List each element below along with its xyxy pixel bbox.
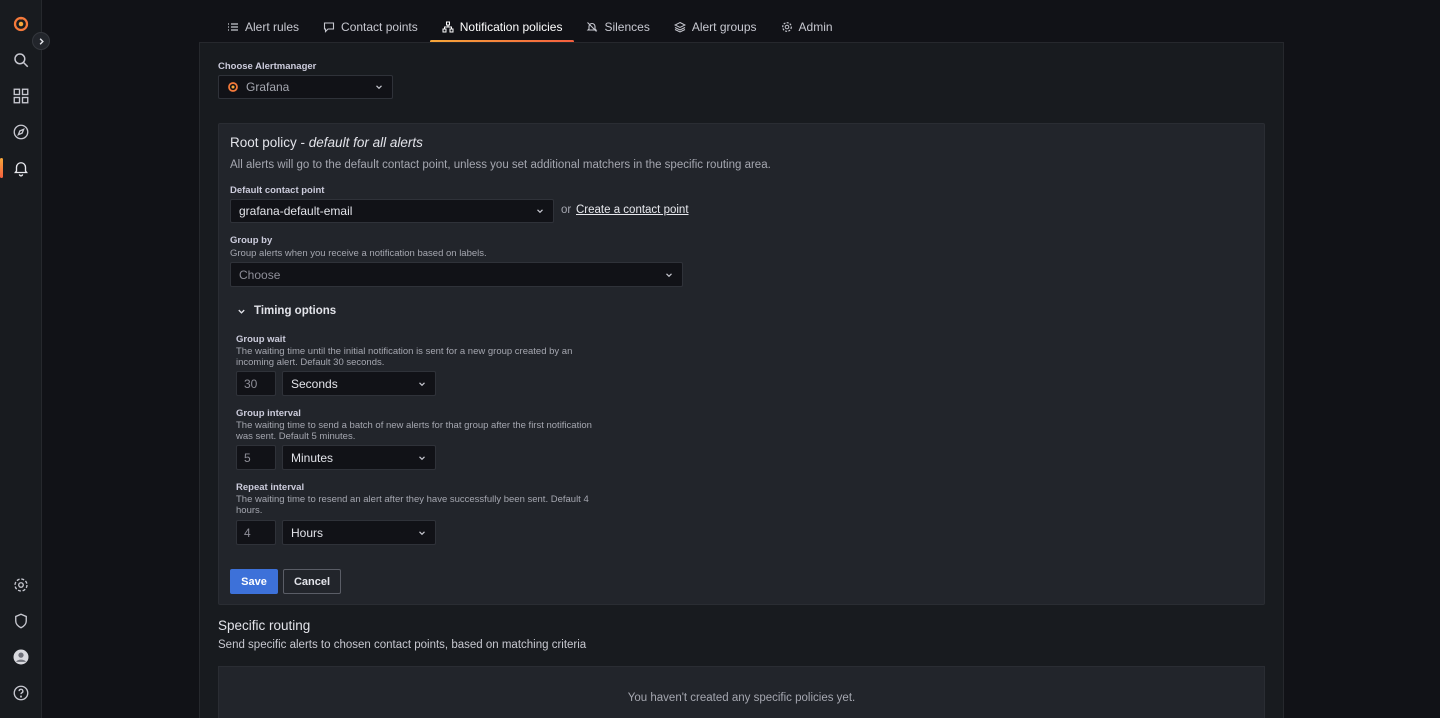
chevron-right-icon (39, 37, 44, 45)
group-wait-unit-value: Seconds (291, 376, 338, 391)
tab-label: Admin (798, 20, 833, 34)
chevron-down-icon (419, 530, 425, 535)
list-icon (228, 23, 238, 31)
cancel-button[interactable]: Cancel (283, 569, 341, 594)
chevron-down-icon (419, 381, 425, 386)
group-interval-label: Group interval (236, 408, 301, 419)
side-menu (0, 0, 42, 718)
gear-icon[interactable] (10, 574, 32, 596)
group-wait-input[interactable]: 30 (236, 371, 276, 396)
root-policy-title-text: Root policy - (230, 135, 309, 150)
repeat-interval-input[interactable]: 4 (236, 520, 276, 545)
chevron-down-icon (537, 209, 543, 214)
tab-label: Silences (604, 20, 650, 34)
active-indicator (0, 158, 3, 178)
group-interval-input[interactable]: 5 (236, 445, 276, 470)
repeat-interval-unit-select[interactable]: Hours (282, 520, 436, 545)
tab-label: Contact points (341, 20, 418, 34)
cog-icon (781, 22, 792, 32)
alertmanager-label: Choose Alertmanager (218, 61, 317, 72)
tab-alert-groups[interactable]: Alert groups (662, 12, 769, 42)
specific-routing-description: Send specific alerts to chosen contact p… (218, 639, 587, 651)
chevron-down-icon (238, 309, 245, 314)
repeat-interval-label: Repeat interval (236, 482, 305, 493)
chevron-down-icon (666, 272, 672, 277)
group-interval-description: The waiting time to send a batch of new … (236, 420, 592, 442)
root-policy-form: Root policy - default for all alerts All… (218, 123, 1265, 605)
root-policy-description: All alerts will go to the default contac… (230, 159, 771, 171)
sitemap-icon (442, 21, 454, 33)
alerting-tabs: Alert rules Contact points Notification … (215, 12, 845, 43)
chevron-down-icon (419, 455, 425, 460)
help-icon[interactable] (10, 682, 32, 704)
group-wait-unit-select[interactable]: Seconds (282, 371, 436, 396)
repeat-interval-description: The waiting time to resend an alert afte… (236, 494, 589, 516)
specific-routing-title: Specific routing (218, 618, 311, 633)
group-interval-unit-select[interactable]: Minutes (282, 445, 436, 470)
tab-admin[interactable]: Admin (769, 12, 845, 42)
tab-contact-points[interactable]: Contact points (311, 12, 430, 42)
specific-policies-empty-state: You haven't created any specific policie… (218, 666, 1265, 718)
dashboards-icon[interactable] (10, 85, 32, 107)
group-wait-description: The waiting time until the initial notif… (236, 346, 573, 368)
repeat-interval-unit-value: Hours (291, 525, 324, 540)
bell-slash-icon (587, 22, 598, 32)
main-panel: Choose Alertmanager Grafana Root policy … (199, 42, 1284, 718)
group-by-placeholder: Choose (239, 267, 281, 282)
tab-label: Notification policies (459, 20, 563, 34)
tab-label: Alert rules (245, 20, 300, 34)
search-icon[interactable] (10, 49, 32, 71)
layer-group-icon (673, 21, 686, 33)
grafana-logo-icon[interactable] (10, 13, 32, 35)
empty-state-text: You haven't created any specific policie… (627, 692, 856, 704)
tab-silences[interactable]: Silences (574, 12, 661, 42)
chevron-down-icon (376, 85, 382, 90)
save-button[interactable]: Save (230, 569, 278, 594)
or-text: or (561, 204, 572, 216)
tab-notification-policies[interactable]: Notification policies (429, 12, 575, 43)
tab-alert-rules[interactable]: Alert rules (215, 12, 311, 42)
group-interval-unit-value: Minutes (291, 450, 334, 465)
avatar[interactable] (10, 646, 32, 668)
timing-options-toggle[interactable]: Timing options (237, 305, 336, 317)
alertmanager-select[interactable]: Grafana (218, 75, 393, 99)
shield-icon[interactable] (10, 610, 32, 632)
default-contact-point-select[interactable]: grafana-default-email (230, 199, 554, 223)
explore-compass-icon[interactable] (10, 121, 32, 143)
bell-icon[interactable] (10, 157, 32, 179)
group-by-label: Group by (230, 235, 273, 246)
create-contact-point-link[interactable]: Create a contact point (576, 204, 689, 216)
group-by-description: Group alerts when you receive a notifica… (230, 248, 487, 259)
comment-icon (323, 22, 335, 33)
grafana-logo-icon (228, 82, 238, 92)
group-wait-label: Group wait (236, 334, 286, 345)
group-by-select[interactable]: Choose (230, 262, 683, 287)
alertmanager-value: Grafana (246, 80, 290, 94)
tab-label: Alert groups (691, 20, 757, 34)
root-policy-title: Root policy - default for all alerts (230, 135, 423, 150)
expand-menu-button[interactable] (32, 32, 50, 50)
default-contact-point-label: Default contact point (230, 185, 325, 196)
default-contact-point-value: grafana-default-email (239, 204, 353, 218)
root-policy-title-emphasis: default for all alerts (308, 135, 423, 150)
timing-options-label: Timing options (254, 305, 337, 317)
